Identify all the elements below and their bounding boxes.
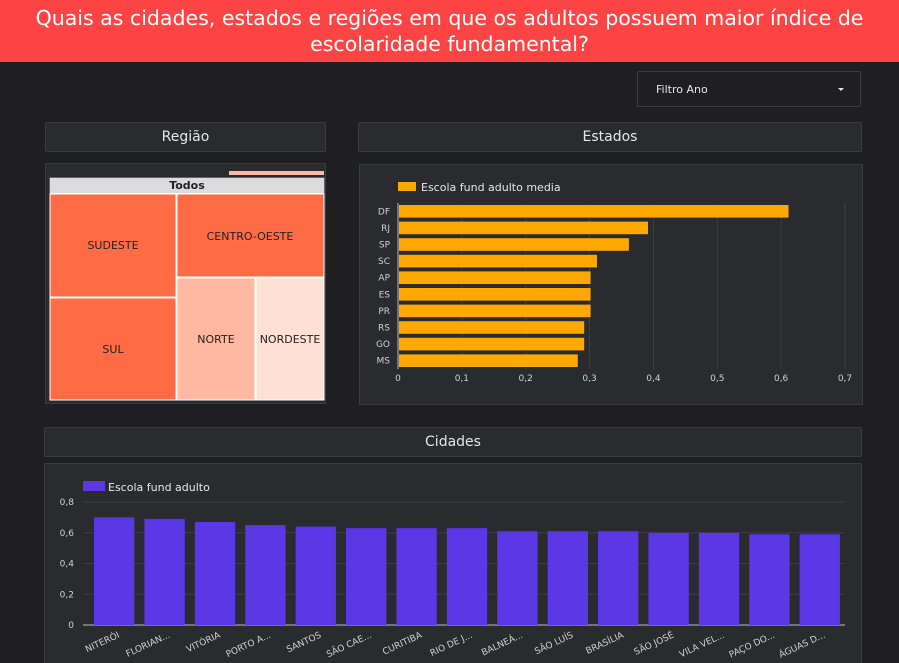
- cities-x-tick-label: FLORIAN...: [125, 631, 172, 660]
- state-bar[interactable]: [399, 304, 591, 318]
- states-y-tick-label: SP: [379, 241, 391, 251]
- cities-y-tick-label: 0,6: [60, 529, 75, 539]
- states-chart-panel: Escola fund adulto media 0 0,1 0,2 0,3 0,4 0,…: [359, 164, 863, 405]
- states-x-tick-label: 0: [395, 374, 401, 384]
- treemap-label-centro-oeste: CENTRO-OESTE: [207, 230, 294, 243]
- cities-x-tick-label: VITÓRIA: [184, 628, 223, 655]
- states-x-tick-label: 0,7: [838, 374, 852, 384]
- page-title: Quais as cidades, estados e regiões em q…: [35, 6, 864, 56]
- state-bar[interactable]: [399, 254, 597, 268]
- state-bar[interactable]: [399, 221, 649, 235]
- section-regiao-header: Região: [45, 122, 326, 152]
- cities-x-tick-label: VILA VEL...: [678, 631, 726, 661]
- states-x-tick-label: 0,2: [519, 374, 533, 384]
- cities-y-tick-label: 0,8: [60, 498, 75, 508]
- city-bar[interactable]: [346, 528, 387, 625]
- cities-x-tick-label: BRASÍLIA: [584, 628, 626, 656]
- cities-y-tick-label: 0,4: [60, 560, 75, 570]
- cities-x-tick-label: NITERÓI: [83, 629, 121, 655]
- city-bar[interactable]: [547, 531, 588, 625]
- chevron-down-icon: [838, 88, 844, 91]
- cities-x-tick-label: ÁGUAS D...: [777, 629, 827, 661]
- state-bar[interactable]: [399, 354, 578, 367]
- city-bar[interactable]: [94, 517, 135, 625]
- cities-bar-chart: Escola fund adulto 0 0,2 0,4 0,6 0,8 NITERÓI F…: [60, 481, 845, 661]
- cities-x-tick-label: SÃO JOSÉ: [632, 629, 676, 658]
- cities-legend-swatch: [83, 481, 105, 491]
- states-y-tick-label: AP: [378, 274, 390, 284]
- states-x-tick-label: 0,5: [710, 374, 724, 384]
- states-legend-swatch: [398, 182, 416, 191]
- state-bar[interactable]: [399, 271, 591, 284]
- treemap-label-nordeste: NORDESTE: [260, 333, 321, 346]
- treemap-label-norte: NORTE: [197, 333, 234, 346]
- city-bar[interactable]: [194, 521, 236, 625]
- states-x-tick-label: 0,1: [455, 374, 469, 384]
- state-bar[interactable]: [399, 238, 629, 251]
- regions-treemap: Todos SUDESTE SUL CENTRO-OESTE NORTE NOR…: [49, 171, 325, 401]
- cities-y-tick-label: 0,2: [60, 590, 74, 600]
- treemap-label-sudeste: SUDESTE: [87, 239, 138, 252]
- states-y-tick-label: PR: [378, 307, 390, 317]
- city-bar[interactable]: [598, 531, 639, 625]
- cities-legend-label: Escola fund adulto: [108, 481, 210, 494]
- section-regiao-title: Região: [161, 129, 210, 145]
- cities-x-tick-label: SÃO LUÍS: [533, 629, 576, 657]
- section-estados-header: Estados: [358, 122, 862, 152]
- treemap-label-sul: SUL: [102, 343, 124, 356]
- treemap-root-label: Todos: [169, 179, 205, 192]
- cities-x-tick-label: SANTOS: [285, 631, 323, 656]
- cities-x-tick-label: SÃO CAE...: [325, 630, 374, 660]
- states-y-tick-label: GO: [376, 340, 390, 350]
- city-bar[interactable]: [396, 528, 437, 625]
- city-bar[interactable]: [497, 531, 538, 625]
- state-bar[interactable]: [399, 337, 585, 351]
- cities-x-tick-label: PAÇO DO...: [728, 631, 777, 661]
- state-bar[interactable]: [399, 321, 585, 334]
- cities-x-tick-label: RIO DE J...: [429, 631, 475, 659]
- regions-treemap-panel: Todos SUDESTE SUL CENTRO-OESTE NORTE NOR…: [45, 163, 326, 404]
- cities-y-tick-label: 0: [68, 621, 74, 631]
- city-bar[interactable]: [698, 532, 740, 625]
- states-y-tick-label: ES: [379, 290, 391, 300]
- states-y-tick-label: MS: [377, 357, 391, 367]
- section-cidades-header: Cidades: [44, 427, 862, 457]
- cities-chart-panel: Escola fund adulto 0 0,2 0,4 0,6 0,8 NITERÓI F…: [44, 463, 862, 663]
- states-y-tick-label: SC: [378, 257, 390, 267]
- states-x-tick-label: 0,4: [646, 374, 661, 384]
- city-bar[interactable]: [144, 518, 185, 625]
- states-y-tick-label: RJ: [381, 224, 390, 234]
- states-x-tick-label: 0,6: [774, 374, 789, 384]
- city-bar[interactable]: [648, 532, 689, 625]
- cities-x-tick-label: CURITIBA: [381, 630, 424, 657]
- states-bar-chart: Escola fund adulto media 0 0,1 0,2 0,3 0,4 0,…: [376, 181, 852, 384]
- section-cidades-title: Cidades: [425, 434, 481, 450]
- cities-x-tick-label: BALNEÁ...: [479, 629, 524, 659]
- state-bar[interactable]: [399, 205, 789, 218]
- dashboard-header: Quais as cidades, estados e regiões em q…: [0, 0, 899, 62]
- cities-x-tick-label: PORTO A...: [225, 631, 273, 660]
- year-filter-label: Filtro Ano: [656, 83, 708, 96]
- city-bar[interactable]: [295, 526, 336, 625]
- states-legend-label: Escola fund adulto media: [421, 181, 561, 194]
- states-y-tick-label: RS: [378, 324, 390, 334]
- city-bar[interactable]: [799, 534, 840, 625]
- year-filter-dropdown[interactable]: Filtro Ano: [637, 71, 861, 107]
- state-bar[interactable]: [399, 288, 591, 301]
- city-bar[interactable]: [446, 528, 488, 625]
- states-x-tick-label: 0,3: [582, 374, 596, 384]
- states-y-tick-label: DF: [378, 207, 390, 217]
- city-bar[interactable]: [749, 534, 790, 625]
- section-estados-title: Estados: [582, 129, 638, 145]
- city-bar[interactable]: [245, 525, 286, 625]
- treemap-color-scale: [229, 171, 324, 175]
